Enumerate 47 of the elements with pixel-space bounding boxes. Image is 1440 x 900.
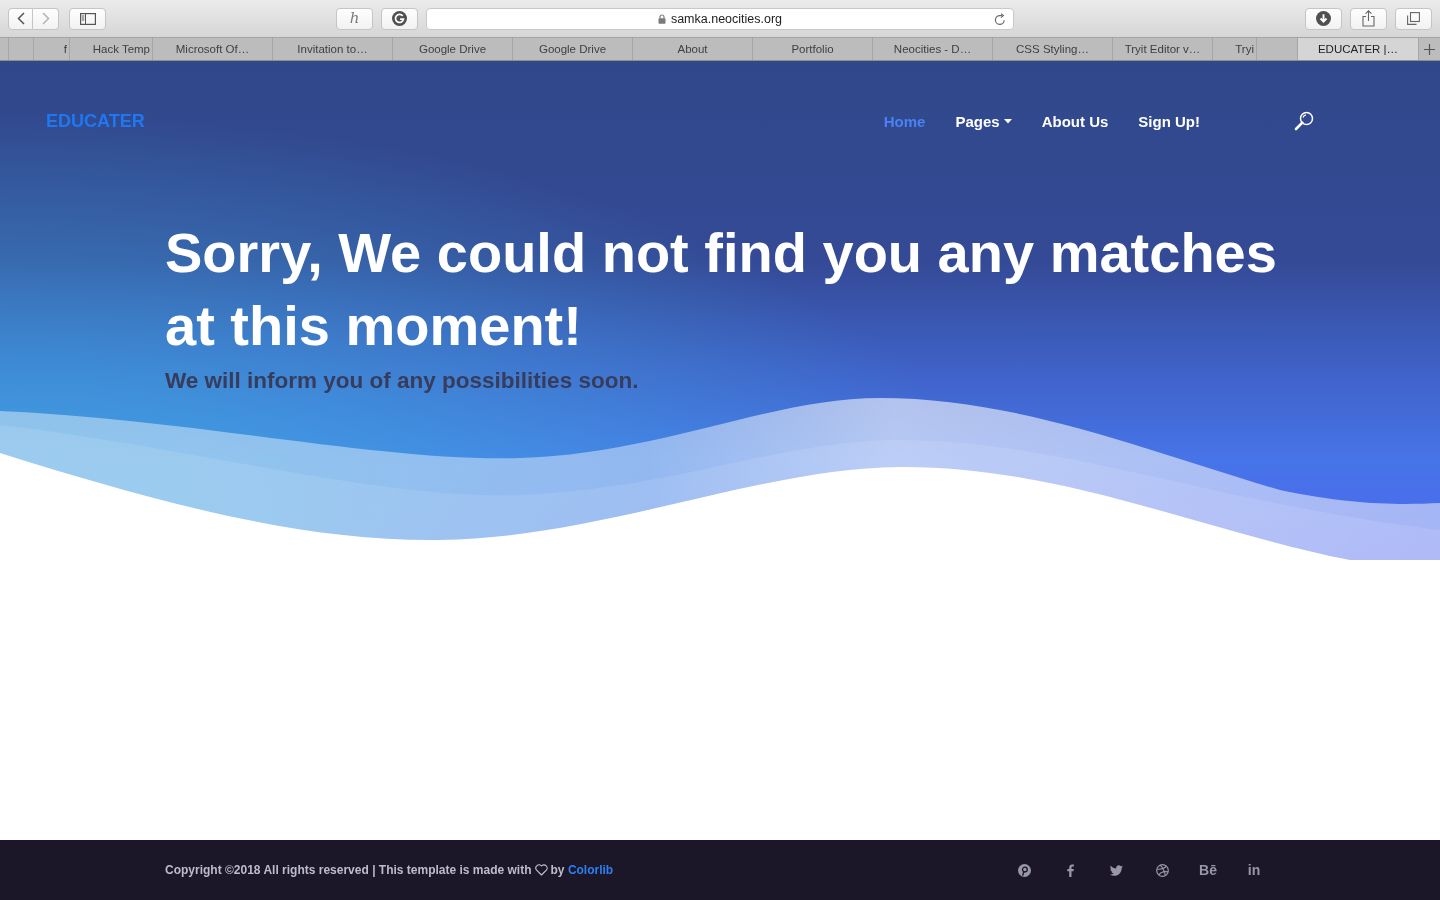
nav-link[interactable]: Sign Up!: [1138, 112, 1200, 130]
nav-link[interactable]: Pages: [955, 112, 1012, 130]
sidebar-icon: [79, 12, 96, 25]
extension-button[interactable]: h: [336, 7, 373, 30]
reload-icon[interactable]: [994, 12, 1006, 26]
downloads-button[interactable]: [1305, 7, 1342, 30]
chevron-left-icon: [16, 12, 25, 25]
browser-tab[interactable]: Tryi: [1212, 38, 1256, 60]
sidebar-button[interactable]: [69, 7, 106, 30]
nav-link[interactable]: About Us: [1041, 112, 1109, 130]
heart-icon: [534, 864, 548, 876]
share-button[interactable]: [1350, 7, 1387, 30]
overlapping-squares-icon: [1407, 12, 1420, 25]
linkedin-link[interactable]: in: [1247, 862, 1261, 878]
dribbble-icon[interactable]: [1155, 863, 1169, 877]
browser-tab[interactable]: About: [632, 38, 752, 60]
browser-tab[interactable]: Portfolio: [752, 38, 872, 60]
back-button[interactable]: [8, 7, 33, 30]
extension-button[interactable]: [381, 7, 418, 30]
hero-subheading: We will inform you of any possibilities soon.: [165, 367, 640, 395]
credit-link[interactable]: Colorlib: [567, 863, 614, 877]
browser-tab[interactable]: EDUCATER |…: [1297, 38, 1418, 60]
browser-tab[interactable]: Neocities - D…: [872, 38, 992, 60]
browser-tab[interactable]: Hack Temp: [69, 38, 152, 60]
tab-overview-button[interactable]: [1395, 7, 1432, 30]
plus-icon[interactable]: [1424, 43, 1435, 55]
browser-tab[interactable]: Google Drive: [392, 38, 512, 60]
browser-tab[interactable]: f: [33, 38, 69, 60]
address-field[interactable]: samka.neocities.org: [426, 7, 1014, 30]
copyright-text: Copyright ©2018 All rights reserved | This template is made with: [165, 863, 532, 877]
circle-g-icon: [392, 11, 407, 26]
browser-tab[interactable]: Google Drive: [512, 38, 632, 60]
download-icon: [1316, 11, 1331, 26]
chevron-right-icon: [41, 12, 50, 25]
twitter-icon[interactable]: [1109, 864, 1123, 876]
search-icon[interactable]: [1294, 111, 1314, 131]
browser-tab[interactable]: Tryit Editor v…: [1112, 38, 1212, 60]
pinterest-icon[interactable]: [1017, 863, 1031, 877]
behance-link[interactable]: Bē: [1199, 862, 1217, 878]
facebook-icon[interactable]: [1066, 863, 1074, 877]
browser-tab[interactable]: Invitation to…: [272, 38, 392, 60]
credit-text: by Colorlib: [550, 863, 614, 877]
lock-icon: [657, 13, 666, 24]
hero-heading: Sorry, We could not find you any matches at this moment!: [165, 220, 1278, 359]
browser-tab[interactable]: CSS Styling…: [992, 38, 1112, 60]
browser-tab[interactable]: Microsoft Of…: [152, 38, 272, 60]
share-icon: [1362, 10, 1375, 27]
